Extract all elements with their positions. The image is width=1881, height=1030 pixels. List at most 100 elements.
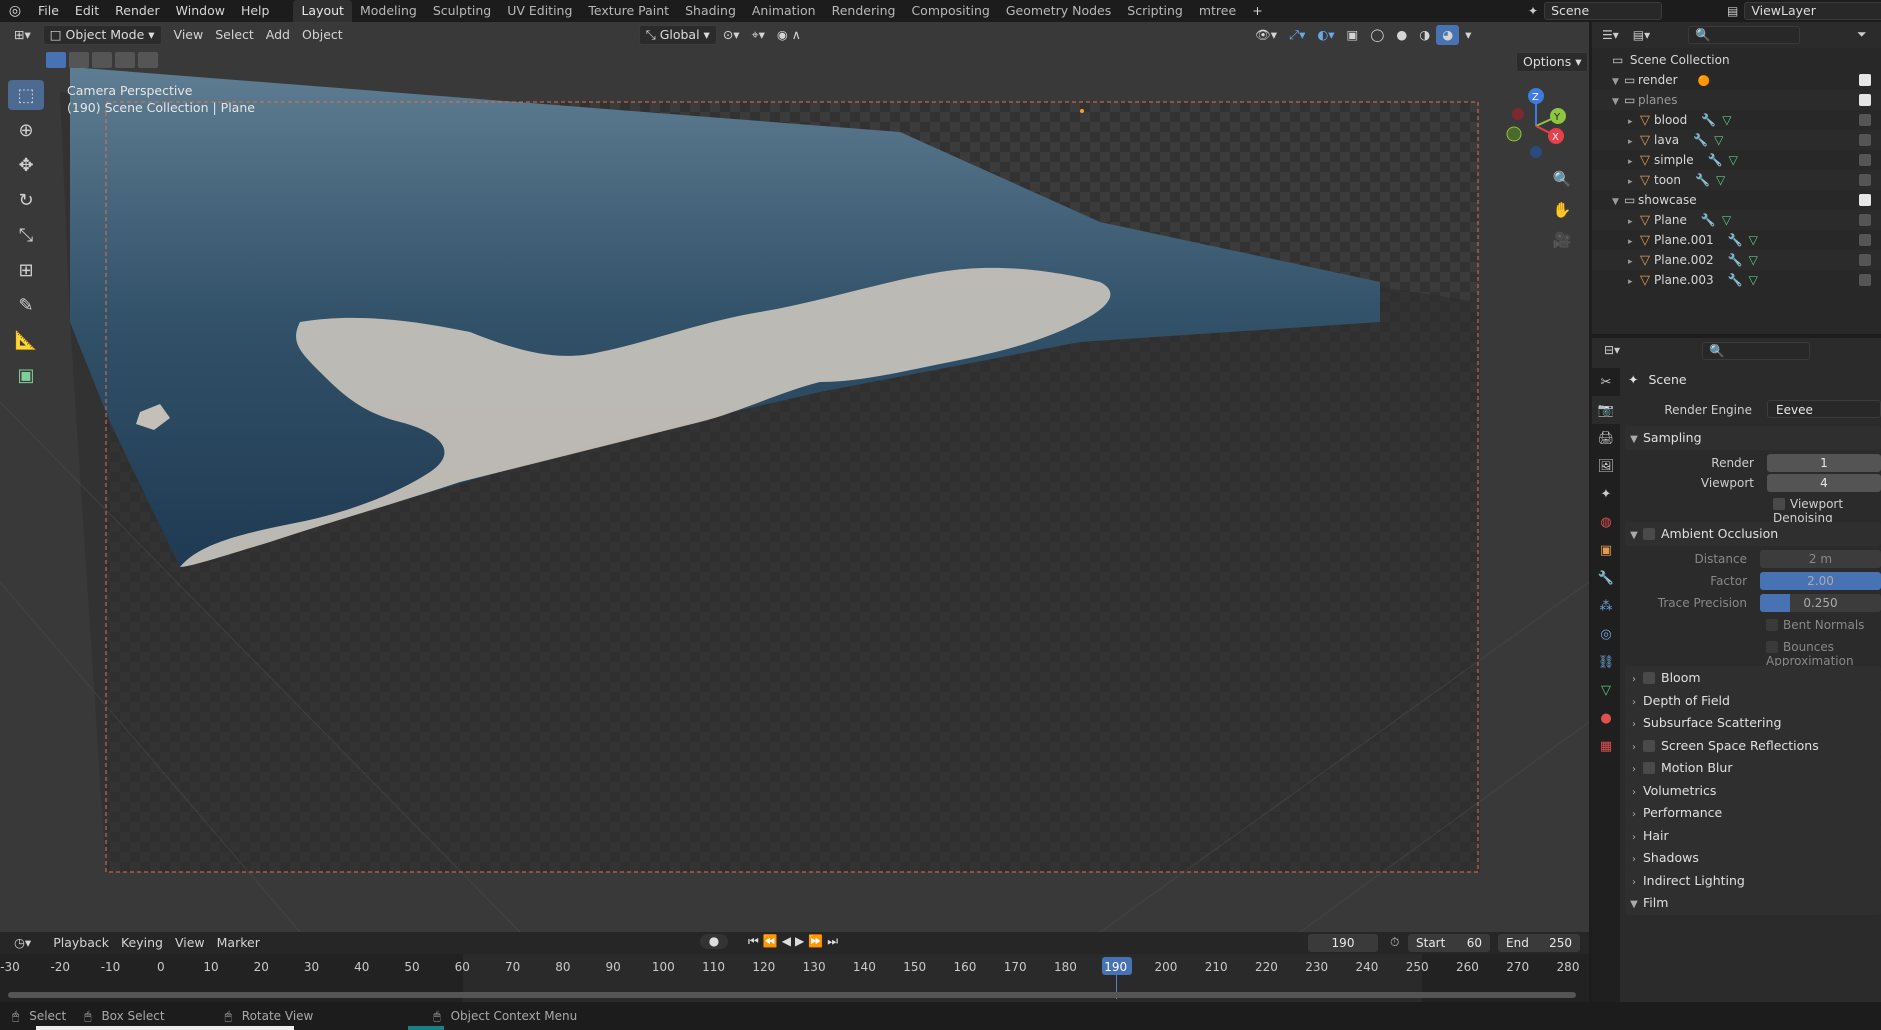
output-tab-icon[interactable]: 🖨 [1592, 424, 1620, 452]
expand-arrow-icon[interactable]: ▸ [1628, 232, 1640, 252]
record-icon[interactable]: ● [700, 934, 728, 949]
modifier-icon[interactable]: 🔧 [1728, 273, 1743, 287]
ao-enable-checkbox[interactable] [1643, 528, 1655, 540]
proportional-edit-icon[interactable]: ◉ ∧ [771, 25, 807, 45]
menu-window[interactable]: Window [168, 0, 233, 22]
play-icon[interactable]: ▶ [795, 934, 804, 949]
gizmo-icon[interactable]: ⤢▾ [1283, 25, 1311, 45]
modifier-icon[interactable]: 🔧 [1701, 213, 1716, 227]
outliner-row-blood[interactable]: ▸ ▽ blood 🔧 ▽ [1592, 110, 1881, 130]
expand-arrow-icon[interactable]: ▼ [1612, 92, 1624, 112]
mesh-data-icon[interactable]: ▽ [1749, 233, 1758, 247]
transform-tool-icon[interactable]: ⊞ [8, 255, 44, 285]
visibility-checkbox[interactable] [1859, 154, 1871, 166]
viewport-menu-object[interactable]: Object [296, 25, 349, 45]
visibility-checkbox[interactable] [1859, 174, 1871, 186]
xray-icon[interactable]: ▣ [1341, 25, 1365, 45]
texture-tab-icon[interactable]: ▦ [1592, 732, 1620, 760]
outliner-row-plane[interactable]: ▸ ▽ Plane 🔧 ▽ [1592, 210, 1881, 230]
panel-depth-of-field[interactable]: › Depth of Field [1625, 688, 1881, 713]
mesh-data-icon[interactable]: ▽ [1714, 133, 1723, 147]
menu-file[interactable]: File [30, 0, 67, 22]
panel-indirect-lighting[interactable]: › Indirect Lighting [1625, 868, 1881, 893]
expand-arrow-icon[interactable]: ▼ [1612, 192, 1624, 212]
current-frame-field[interactable]: 190 [1308, 934, 1378, 952]
panel-shadows[interactable]: › Shadows [1625, 846, 1881, 870]
blender-logo-icon[interactable]: ◎ [0, 3, 30, 19]
move-tool-icon[interactable]: ✥ [8, 150, 44, 180]
panel-motion-blur[interactable]: › Motion Blur [1625, 756, 1881, 780]
modifier-icon[interactable]: 🔧 [1695, 173, 1710, 187]
visibility-checkbox[interactable] [1859, 274, 1871, 286]
scene-tab-icon[interactable]: ✦ [1592, 480, 1620, 508]
expand-arrow-icon[interactable]: ▸ [1628, 152, 1640, 172]
ao-distance-field[interactable]: 2 m [1760, 550, 1881, 568]
panel-screen-space-reflections[interactable]: › Screen Space Reflections [1625, 733, 1881, 758]
select-box-tool-icon[interactable]: ⬚ [8, 80, 44, 110]
motion-blur-checkbox[interactable] [1643, 762, 1655, 774]
mesh-data-icon[interactable]: ▽ [1722, 113, 1731, 127]
outliner-row-toon[interactable]: ▸ ▽ toon 🔧 ▽ [1592, 170, 1881, 190]
cursor-tool-icon[interactable]: ⊕ [8, 115, 44, 145]
select-invert-icon[interactable] [115, 52, 135, 68]
filter-icon[interactable]: ⏷ [1857, 27, 1867, 42]
panel-bloom[interactable]: › Bloom [1625, 666, 1881, 690]
camera-view-icon[interactable]: 🎥 [1549, 227, 1575, 253]
tab-mtree[interactable]: mtree [1191, 0, 1244, 22]
snap-icon[interactable]: ⌖▾ [746, 25, 771, 45]
pivot-icon[interactable]: ⊙▾ [717, 25, 746, 45]
timeline-menu-marker[interactable]: Marker [211, 933, 266, 953]
tab-layout[interactable]: Layout [293, 0, 352, 22]
tab-texture-paint[interactable]: Texture Paint [580, 0, 677, 22]
play-reverse-icon[interactable]: ◀ [782, 934, 791, 949]
tab-scripting[interactable]: Scripting [1119, 0, 1191, 22]
rotate-tool-icon[interactable]: ↻ [8, 185, 44, 215]
add-cube-tool-icon[interactable]: ▣ [8, 360, 44, 390]
select-subtract-icon[interactable] [92, 52, 112, 68]
menu-help[interactable]: Help [233, 0, 278, 22]
timeline-scrollbar[interactable] [8, 992, 1576, 998]
properties-editor-icon[interactable]: ⊟▾ [1604, 343, 1620, 357]
expand-arrow-icon[interactable]: ▸ [1628, 252, 1640, 272]
modifier-tab-icon[interactable]: 🔧 [1592, 564, 1620, 592]
add-workspace-icon[interactable]: + [1244, 0, 1270, 22]
tab-shading[interactable]: Shading [677, 0, 744, 22]
pan-hand-icon[interactable]: ✋ [1549, 197, 1575, 223]
jump-keyframe-forward-icon[interactable]: ⏩ [808, 934, 823, 949]
shading-wireframe-icon[interactable]: ◯ [1364, 25, 1390, 45]
material-tab-icon[interactable]: ● [1592, 704, 1620, 732]
screen-space-reflections-checkbox[interactable] [1643, 739, 1655, 752]
viewlayer-selector[interactable]: ViewLayer [1744, 2, 1881, 20]
ao-trace-slider[interactable]: 0.250 [1760, 594, 1881, 612]
tab-animation[interactable]: Animation [744, 0, 824, 22]
bloom-checkbox[interactable] [1643, 672, 1655, 684]
visibility-checkbox[interactable] [1859, 134, 1871, 146]
particles-tab-icon[interactable]: ⁂ [1592, 592, 1620, 620]
visibility-checkbox[interactable] [1859, 94, 1871, 106]
expand-arrow-icon[interactable]: ▸ [1628, 172, 1640, 192]
panel-volumetrics[interactable]: › Volumetrics [1625, 778, 1881, 803]
modifier-icon[interactable]: 🔧 [1728, 233, 1743, 247]
outliner-row-showcase[interactable]: ▼ ▭ showcase [1592, 190, 1881, 210]
outliner-search-input[interactable]: 🔍 [1688, 26, 1800, 44]
start-frame-field[interactable]: Start 60 [1408, 934, 1490, 952]
select-new-icon[interactable] [46, 52, 66, 68]
visibility-icon[interactable]: 👁▾ [1249, 25, 1283, 45]
outliner-row-planes[interactable]: ▼ ▭ planes [1592, 90, 1881, 110]
viewport-menu-add[interactable]: Add [260, 25, 296, 45]
timeline-menu-keying-dropdown[interactable]: Keying [115, 933, 169, 953]
timeline-menu-view[interactable]: View [169, 933, 211, 953]
menu-render[interactable]: Render [107, 0, 168, 22]
tab-geometry-nodes[interactable]: Geometry Nodes [998, 0, 1119, 22]
scale-tool-icon[interactable]: ⤡ [8, 220, 44, 250]
panel-hair[interactable]: › Hair [1625, 823, 1881, 848]
clock-icon[interactable]: ⏱ [1390, 935, 1399, 950]
ambient-occlusion-panel-header[interactable]: ▼ Ambient Occlusion [1625, 522, 1881, 546]
shading-options-icon[interactable]: ▾ [1459, 25, 1477, 45]
visibility-checkbox[interactable] [1859, 74, 1871, 86]
sampling-render-field[interactable]: 1 [1767, 454, 1881, 472]
transform-orientation[interactable]: ⤡ Global ▾ [638, 25, 717, 45]
modifier-icon[interactable]: 🔧 [1708, 153, 1723, 167]
scene-collection-row[interactable]: ▭ Scene Collection [1592, 50, 1881, 70]
outliner-row-plane-003[interactable]: ▸ ▽ Plane.003 🔧 ▽ [1592, 270, 1881, 290]
